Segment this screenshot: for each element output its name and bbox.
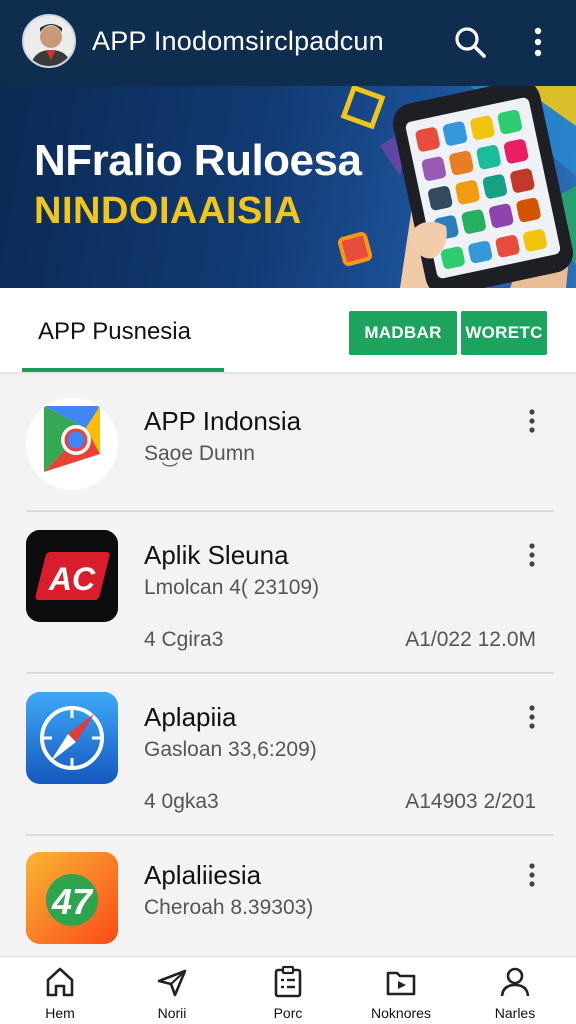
person-icon — [498, 965, 532, 999]
list-item[interactable]: 47 Aplaliiesia Cheroah 8.39303) — [0, 836, 576, 956]
more-vert-icon[interactable] — [522, 542, 542, 570]
ac-app-icon: AC — [26, 530, 118, 622]
app-list: APP Indonsia Sa͜oe Dumn AC Aplik Sleuna … — [0, 376, 576, 956]
bottom-navigation: Hem Norii Porc Noknores Narles — [0, 956, 576, 1024]
user-avatar-icon[interactable] — [22, 14, 76, 68]
list-item[interactable]: AC Aplik Sleuna Lmolcan 4( 23109) 4 Cgir… — [0, 512, 576, 672]
filter-chip-woretc[interactable]: WORETC — [461, 311, 547, 355]
more-vert-icon[interactable] — [522, 862, 542, 890]
app-date-size: A1/022 12.0M — [405, 628, 536, 651]
app-rating: 4 Cgira3 — [144, 628, 224, 651]
nav-item-home[interactable]: Hem — [12, 957, 108, 1024]
nav-item-profile[interactable]: Narles — [467, 957, 563, 1024]
folder-icon — [384, 965, 418, 999]
tab-app-pusnesia[interactable]: APP Pusnesia — [22, 288, 224, 374]
tab-bar: APP Pusnesia MADBAR WORETC — [0, 288, 576, 374]
send-icon — [155, 965, 189, 999]
filter-chip-madbar[interactable]: MADBAR — [349, 311, 457, 355]
google-style-app-icon — [26, 398, 118, 490]
clipboard-icon — [271, 965, 305, 999]
nav-label: Norii — [157, 1005, 187, 1021]
app-rating: 4 0gka3 — [144, 790, 219, 813]
list-item[interactable]: Aplapiia Gasloan 33,6:209) 4 0gka3 A1490… — [0, 674, 576, 834]
app-name: Aplaliiesia — [144, 860, 262, 890]
svg-text:AC: AC — [48, 561, 96, 597]
nav-label: Noknores — [371, 1005, 431, 1021]
promo-banner[interactable]: NFralio Ruloesa NINDOIAAISIA — [0, 86, 576, 288]
nav-label: Hem — [45, 1005, 75, 1021]
list-item[interactable]: APP Indonsia Sa͜oe Dumn — [0, 376, 576, 510]
app-subtitle: Cheroah 8.39303) — [144, 896, 314, 919]
nav-item-folder[interactable]: Noknores — [353, 957, 449, 1024]
app-name: Aplik Sleuna — [144, 540, 289, 570]
nav-label: Narles — [494, 1005, 536, 1021]
app-subtitle: Gasloan 33,6:209) — [144, 738, 317, 761]
home-icon — [43, 965, 77, 999]
more-vert-icon[interactable] — [522, 408, 542, 436]
tab-label: APP Pusnesia — [38, 318, 191, 345]
smartphone-in-hand-icon — [330, 86, 576, 288]
app-subtitle: Sa͜oe Dumn — [144, 442, 255, 465]
app-name: APP Indonsia — [144, 406, 302, 436]
banner-headline: NFralio Ruloesa — [34, 136, 362, 185]
more-vert-icon[interactable] — [520, 24, 556, 60]
app-title: APP Inodomsirclpadcun — [92, 26, 384, 56]
app-subtitle: Lmolcan 4( 23109) — [144, 576, 320, 599]
47-app-icon: 47 — [26, 852, 118, 944]
top-app-bar: APP Inodomsirclpadcun — [0, 0, 576, 86]
nav-item-clipboard[interactable]: Porc — [240, 957, 336, 1024]
svg-text:47: 47 — [51, 881, 94, 922]
search-icon[interactable] — [452, 24, 488, 60]
more-vert-icon[interactable] — [522, 704, 542, 732]
app-name: Aplapiia — [144, 702, 237, 732]
compass-app-icon — [26, 692, 118, 784]
app-date-size: A14903 2/201 — [405, 790, 536, 813]
nav-item-send[interactable]: Norii — [124, 957, 220, 1024]
banner-subheadline: NINDOIAAISIA — [34, 190, 302, 232]
nav-label: Porc — [273, 1005, 303, 1021]
